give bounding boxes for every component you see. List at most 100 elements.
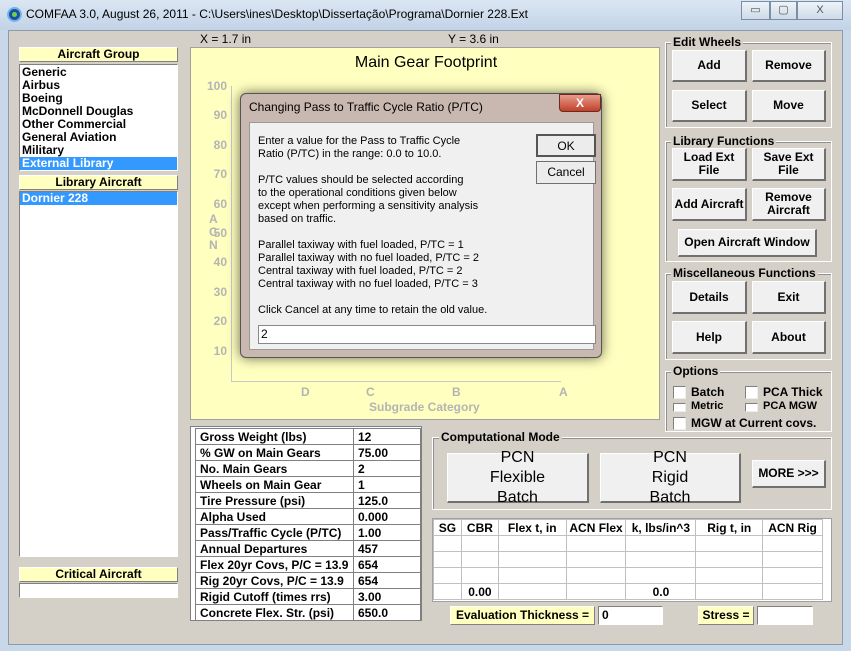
results-cell bbox=[762, 551, 823, 568]
open-aircraft-window-button[interactable]: Open Aircraft Window bbox=[678, 229, 817, 257]
cancel-button[interactable]: Cancel bbox=[536, 161, 596, 184]
parameter-value[interactable]: 654 bbox=[353, 572, 421, 589]
parameter-value[interactable]: 0.000 bbox=[353, 508, 421, 525]
ptc-input[interactable]: 2 bbox=[258, 325, 596, 344]
about-button[interactable]: About bbox=[752, 321, 826, 354]
results-cell bbox=[762, 535, 823, 552]
library-aircraft-item[interactable]: Dornier 228 bbox=[20, 192, 177, 205]
aircraft-group-header: Aircraft Group bbox=[19, 47, 178, 62]
parameter-row: No. Main Gears 2 bbox=[195, 460, 421, 477]
x-coordinate: X = 1.7 in bbox=[200, 32, 252, 46]
parameter-value[interactable]: 125.0 bbox=[353, 492, 421, 509]
parameter-label: Annual Departures bbox=[195, 540, 354, 557]
parameter-value[interactable]: 3.00 bbox=[353, 588, 421, 605]
evaluation-thickness-label: Evaluation Thickness = bbox=[450, 606, 595, 625]
parameter-row: Gross Weight (lbs) 12 bbox=[195, 428, 421, 445]
stress-input[interactable] bbox=[757, 606, 813, 625]
parameter-label: Gross Weight (lbs) bbox=[195, 428, 354, 445]
parameter-label: Concrete Flex. Str. (psi) bbox=[195, 604, 354, 621]
parameter-value[interactable]: 650.0 bbox=[353, 604, 421, 621]
metric-checkbox[interactable] bbox=[673, 403, 686, 412]
chart-title: Main Gear Footprint bbox=[354, 54, 498, 71]
maximize-button[interactable]: ▢ bbox=[770, 1, 797, 20]
y-tick: 70 bbox=[213, 167, 227, 182]
computational-mode-label: Computational Mode bbox=[439, 430, 562, 444]
dialog-instruction: Enter a value for the Pass to Traffic Cy… bbox=[258, 135, 461, 160]
details-button[interactable]: Details bbox=[672, 281, 747, 314]
parameter-row: Pass/Traffic Cycle (P/TC) 1.00 bbox=[195, 524, 421, 541]
move-wheel-button[interactable]: Move bbox=[752, 90, 826, 122]
exit-button[interactable]: Exit bbox=[752, 281, 826, 314]
parameter-row: Tire Pressure (psi) 125.0 bbox=[195, 492, 421, 509]
add-aircraft-button[interactable]: Add Aircraft bbox=[672, 188, 747, 221]
help-button[interactable]: Help bbox=[672, 321, 747, 354]
results-column-header: SG bbox=[433, 519, 462, 536]
x-axis bbox=[231, 381, 561, 382]
results-cell bbox=[625, 551, 697, 568]
pca-mgw-checkbox[interactable] bbox=[745, 403, 758, 412]
results-cell bbox=[565, 567, 627, 584]
aircraft-group-item[interactable]: External Library bbox=[20, 157, 177, 170]
results-row bbox=[433, 567, 823, 584]
close-button[interactable]: X bbox=[797, 1, 843, 20]
results-cell bbox=[460, 551, 499, 568]
y-tick: 10 bbox=[213, 343, 227, 358]
app-icon bbox=[7, 7, 22, 22]
parameter-row: Flex 20yr Covs, P/C = 13.9 654 bbox=[195, 556, 421, 573]
results-cell bbox=[695, 535, 764, 552]
parameter-row: Rig 20yr Covs, P/C = 13.9 654 bbox=[195, 572, 421, 589]
dialog-conditions: Parallel taxiway with fuel loaded, P/TC … bbox=[258, 239, 480, 290]
results-header-row: SG CBR Flex t, in ACN Flex k, lbs/in^3 Rig t,… bbox=[433, 519, 823, 536]
parameter-label: Tire Pressure (psi) bbox=[195, 492, 354, 509]
parameter-value[interactable]: 2 bbox=[353, 460, 421, 477]
dialog-title: Changing Pass to Traffic Cycle Ratio (P/… bbox=[249, 100, 483, 114]
results-column-header: CBR bbox=[460, 519, 499, 536]
pca-mgw-label: PCA MGW bbox=[763, 400, 817, 412]
select-wheel-button[interactable]: Select bbox=[672, 90, 747, 122]
y-coordinate: Y = 3.6 in bbox=[448, 32, 499, 46]
evaluation-thickness-input[interactable]: 0 bbox=[598, 606, 663, 625]
results-cell bbox=[460, 567, 499, 584]
pcn-rigid-batch-button[interactable]: PCN Rigid Batch bbox=[600, 449, 741, 506]
minimize-button[interactable]: ▭ bbox=[741, 1, 770, 20]
y-label-char: N bbox=[209, 238, 218, 252]
y-tick: 40 bbox=[213, 255, 227, 270]
results-cell: 0.0 bbox=[625, 583, 697, 600]
parameter-value[interactable]: 1.00 bbox=[353, 524, 421, 541]
parameter-value[interactable]: 12 bbox=[353, 428, 421, 445]
y-tick: 50 bbox=[213, 226, 227, 240]
save-ext-file-button[interactable]: Save Ext File bbox=[752, 148, 826, 181]
results-cell bbox=[762, 583, 823, 600]
remove-wheel-button[interactable]: Remove bbox=[752, 50, 826, 82]
results-cell bbox=[565, 583, 627, 600]
pca-thick-checkbox[interactable] bbox=[745, 386, 758, 399]
parameter-row: % GW on Main Gears 75.00 bbox=[195, 444, 421, 461]
y-tick: 80 bbox=[213, 137, 227, 152]
title-bar: COMFAA 3.0, August 26, 2011 - C:\Users\i… bbox=[0, 0, 851, 30]
more-button[interactable]: MORE >>> bbox=[752, 460, 826, 488]
parameter-value[interactable]: 457 bbox=[353, 540, 421, 557]
parameter-value[interactable]: 75.00 bbox=[353, 444, 421, 461]
results-cell bbox=[460, 535, 499, 552]
aircraft-group-list[interactable]: Generic Airbus Boeing McDonnell Douglas Othe… bbox=[19, 64, 178, 171]
mgw-current-checkbox[interactable] bbox=[673, 417, 686, 430]
edit-wheels-label: Edit Wheels bbox=[671, 35, 744, 49]
pcn-flexible-batch-button[interactable]: PCN Flexible Batch bbox=[447, 449, 589, 506]
y-tick: 30 bbox=[213, 284, 227, 299]
library-aircraft-list[interactable]: Dornier 228 bbox=[19, 191, 178, 557]
parameter-row: Annual Departures 457 bbox=[195, 540, 421, 557]
parameter-value[interactable]: 654 bbox=[353, 556, 421, 573]
ok-button[interactable]: OK bbox=[536, 134, 596, 157]
dialog-close-button[interactable]: X bbox=[559, 94, 601, 112]
metric-label: Metric bbox=[691, 400, 724, 412]
results-column-header: Flex t, in bbox=[497, 519, 567, 536]
results-cell bbox=[433, 551, 462, 568]
results-cell bbox=[695, 551, 764, 568]
parameter-value[interactable]: 1 bbox=[353, 476, 421, 493]
add-wheel-button[interactable]: Add bbox=[672, 50, 747, 82]
parameter-label: Rigid Cutoff (times rrs) bbox=[195, 588, 354, 605]
load-ext-file-button[interactable]: Load Ext File bbox=[672, 148, 747, 181]
batch-checkbox[interactable] bbox=[673, 386, 686, 399]
remove-aircraft-button[interactable]: Remove Aircraft bbox=[752, 188, 826, 221]
results-row bbox=[433, 535, 823, 552]
